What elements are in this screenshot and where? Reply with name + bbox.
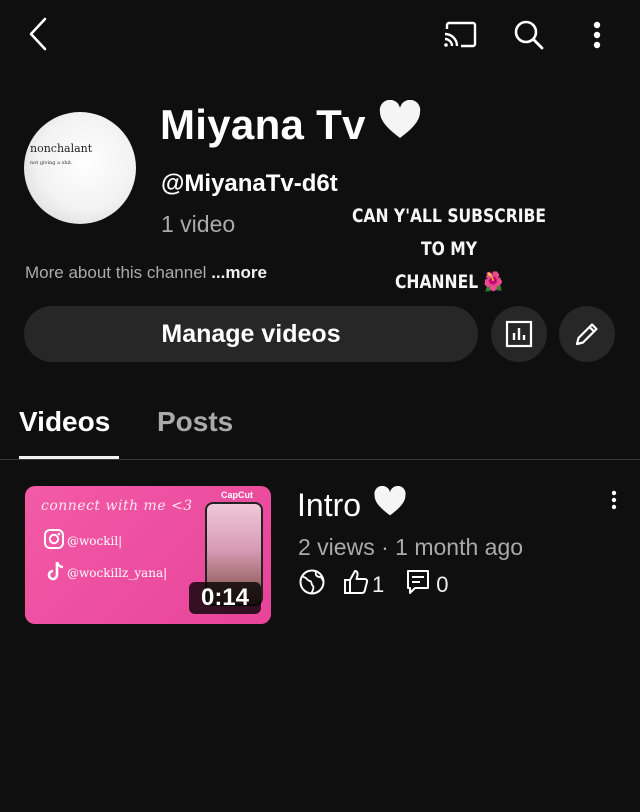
analytics-button[interactable]	[491, 306, 547, 362]
analytics-icon	[505, 320, 533, 348]
channel-avatar[interactable]: nonchalant not giving a shit.	[24, 112, 136, 224]
more-vert-icon[interactable]	[582, 14, 612, 56]
tab-posts[interactable]: Posts	[157, 406, 233, 438]
avatar-subtext: not giving a shit.	[30, 160, 73, 166]
promo-line-2-text: CHANNEL	[394, 271, 479, 293]
like-count: 1	[372, 572, 385, 597]
top-bar	[0, 0, 640, 70]
video-title[interactable]: Intro	[297, 485, 407, 525]
about-channel-link[interactable]: More about this channel ...more	[25, 263, 267, 283]
meta-separator: ·	[381, 534, 396, 560]
manage-videos-button[interactable]: Manage videos	[24, 306, 478, 362]
tiktok-handle: @wockillz_yana|	[67, 565, 168, 580]
channel-tabs: Videos Posts	[0, 398, 640, 460]
video-more-icon[interactable]	[600, 486, 628, 514]
tab-divider	[0, 459, 640, 460]
instagram-icon	[43, 528, 65, 553]
video-views: 2 views	[298, 534, 375, 560]
thumbnail-tiktok-line: @wockillz_yana|	[47, 560, 167, 585]
video-duration-badge: 0:14	[189, 582, 261, 614]
comments: 0	[406, 569, 449, 601]
comment-icon	[406, 569, 430, 601]
edit-channel-button[interactable]	[559, 306, 615, 362]
cast-icon[interactable]	[440, 14, 480, 54]
promo-line-2: CHANNEL 🌺	[340, 266, 558, 299]
video-stats: 1 0	[298, 568, 449, 602]
back-arrow-icon[interactable]	[18, 14, 58, 54]
white-heart-icon	[373, 485, 407, 525]
white-heart-icon	[378, 99, 422, 150]
tiktok-icon	[47, 560, 65, 585]
video-count: 1 video	[161, 211, 236, 237]
likes: 1	[342, 568, 384, 602]
thumbs-up-icon	[342, 568, 370, 602]
thumbnail-connect-text: connect with me <3	[41, 498, 193, 514]
hibiscus-emoji: 🌺	[483, 271, 504, 293]
video-meta: 2 views · 1 month ago	[298, 534, 523, 561]
promo-overlay-text: CAN Y'ALL SUBSCRIBE TO MY CHANNEL 🌺	[340, 200, 558, 299]
comment-count: 0	[436, 572, 449, 597]
search-icon[interactable]	[508, 14, 550, 56]
edit-pencil-icon	[575, 323, 598, 346]
tab-videos[interactable]: Videos	[19, 406, 110, 438]
channel-name: Miyana Tv	[160, 99, 422, 150]
video-age: 1 month ago	[395, 534, 524, 560]
about-more[interactable]: ...more	[211, 263, 267, 282]
public-globe-icon	[298, 568, 326, 602]
about-text: More about this channel	[25, 263, 207, 282]
capcut-watermark: CapCut	[221, 490, 253, 500]
thumbnail-instagram-line: @wockil|	[43, 528, 122, 553]
video-title-text: Intro	[297, 487, 362, 523]
promo-line-1: CAN Y'ALL SUBSCRIBE TO MY	[351, 205, 547, 260]
instagram-handle: @wockil|	[67, 533, 123, 548]
channel-name-text: Miyana Tv	[160, 101, 366, 148]
avatar-text: nonchalant	[30, 142, 93, 155]
channel-handle: @MiyanaTv-d6t	[161, 170, 338, 197]
